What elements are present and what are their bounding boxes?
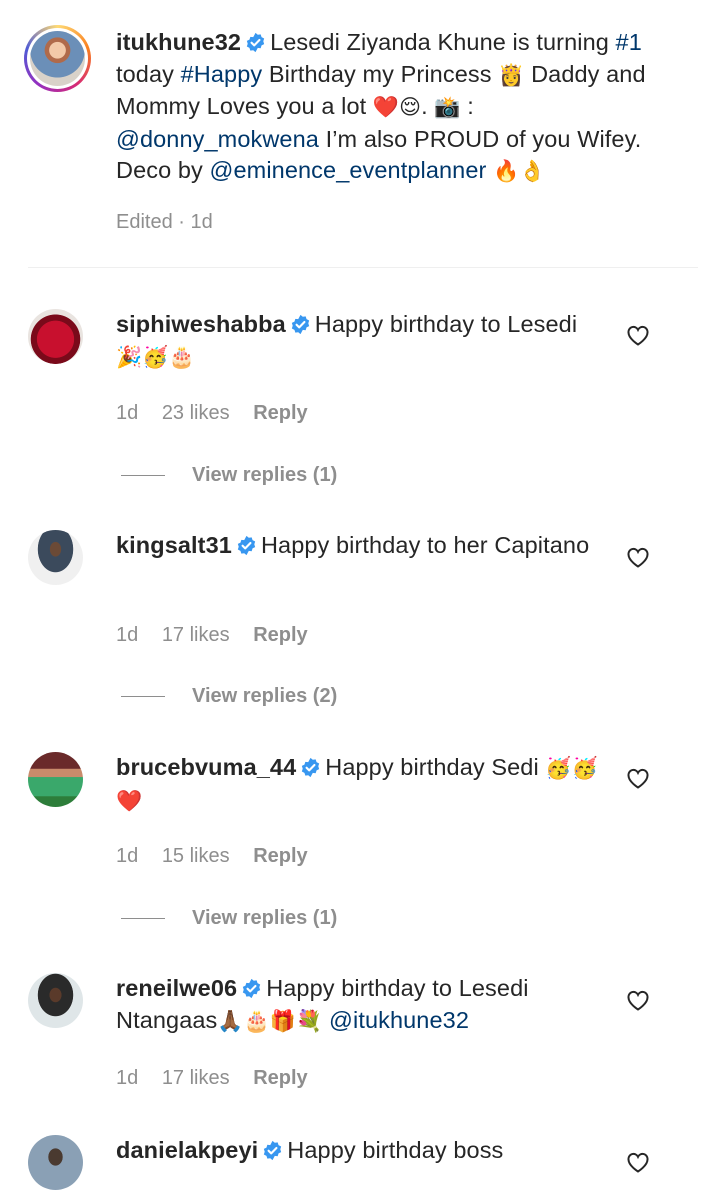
comment-username[interactable]: danielakpeyi <box>116 1137 258 1163</box>
comment-username[interactable]: brucebvuma_44 <box>116 754 296 780</box>
heart-emoji: ❤️😌 <box>372 95 422 119</box>
like-count[interactable]: 17 likes <box>162 623 230 647</box>
fire-ok-emoji: 🔥👌 <box>493 159 546 183</box>
verified-badge-icon <box>237 535 256 556</box>
comment-username[interactable]: reneilwe06 <box>116 975 237 1001</box>
comment-meta: 1d 23 likes Reply <box>116 401 308 425</box>
divider <box>121 917 165 919</box>
reply-button[interactable]: Reply <box>253 1066 307 1090</box>
comment-meta: 1d 17 likes Reply <box>116 1066 308 1090</box>
verified-badge-icon <box>246 32 265 53</box>
camera-emoji: 📸 <box>434 95 461 119</box>
verified-badge-icon <box>264 1140 282 1161</box>
verified-badge-icon <box>302 757 320 778</box>
mention-link[interactable]: @itukhune32 <box>329 1007 469 1033</box>
commenter-avatar[interactable] <box>28 1135 83 1190</box>
mention-link[interactable]: @donny_mokwena <box>116 126 319 152</box>
caption-avatar[interactable] <box>24 25 91 92</box>
divider <box>121 474 165 476</box>
reply-button[interactable]: Reply <box>253 623 307 647</box>
caption-meta: Edited · 1d <box>116 211 213 233</box>
comment-username[interactable]: siphiweshabba <box>116 311 286 337</box>
comment-time: 1d <box>116 624 139 646</box>
commenter-avatar[interactable] <box>28 309 83 364</box>
heart-outline-icon[interactable] <box>626 767 650 789</box>
divider <box>28 267 698 268</box>
divider <box>121 695 165 697</box>
reply-button[interactable]: Reply <box>253 401 307 425</box>
commenter-avatar[interactable] <box>28 752 83 807</box>
heart-outline-icon[interactable] <box>626 989 650 1011</box>
comment-text: siphiweshabba Happy birthday to Lesedi 🎉🥳🎂 <box>116 311 578 369</box>
hashtag-link[interactable]: #1 <box>616 29 642 55</box>
party-emoji: 🎉🥳🎂 <box>116 344 195 369</box>
view-replies-button[interactable]: View replies (2) <box>121 684 337 708</box>
heart-outline-icon[interactable] <box>626 546 650 568</box>
comment-time: 1d <box>116 1067 139 1089</box>
verified-badge-icon <box>243 978 261 999</box>
view-replies-button[interactable]: View replies (1) <box>121 463 337 487</box>
like-count[interactable]: 23 likes <box>162 401 230 425</box>
like-count[interactable]: 15 likes <box>162 844 230 868</box>
comment-username[interactable]: kingsalt31 <box>116 532 232 558</box>
comment-meta: 1d 15 likes Reply <box>116 844 308 868</box>
mention-link[interactable]: @eminence_eventplanner <box>210 157 487 183</box>
comment-time: 1d <box>116 402 139 424</box>
princess-emoji: 👸 <box>498 62 525 87</box>
commenter-avatar[interactable] <box>28 973 83 1028</box>
caption-text: itukhune32 Lesedi Ziyanda Khune is turnin… <box>116 29 646 183</box>
comment-meta: 1d 17 likes Reply <box>116 623 308 647</box>
reply-button[interactable]: Reply <box>253 844 307 868</box>
comment-time: 1d <box>116 845 139 867</box>
gift-emoji: 🙏🏾🎂🎁💐 <box>217 1008 323 1033</box>
hashtag-link[interactable]: #Happy <box>181 61 263 87</box>
verified-badge-icon <box>291 314 309 335</box>
like-count[interactable]: 17 likes <box>162 1066 230 1090</box>
caption-username[interactable]: itukhune32 <box>116 29 241 55</box>
heart-outline-icon[interactable] <box>626 1151 650 1173</box>
commenter-avatar[interactable] <box>28 530 83 585</box>
view-replies-button[interactable]: View replies (1) <box>121 906 337 930</box>
comment-text: brucebvuma_44 Happy birthday Sedi 🥳🥳❤️ <box>116 754 598 813</box>
comment-text: reneilwe06 Happy birthday to Lesedi Ntang… <box>116 975 529 1033</box>
heart-outline-icon[interactable] <box>626 324 650 346</box>
comment-text: kingsalt31 Happy birthday to her Capitano <box>116 532 590 558</box>
comment-text: danielakpeyi Happy birthday boss <box>116 1137 504 1163</box>
